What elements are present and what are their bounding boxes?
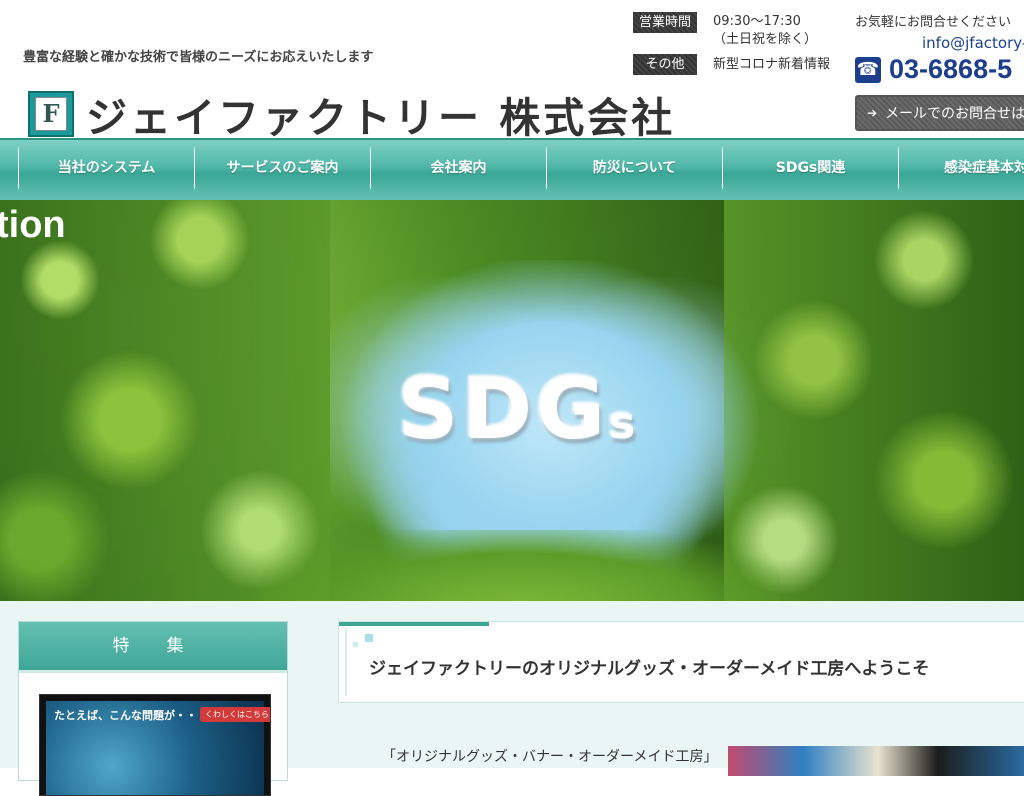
business-hours-label: 営業時間 <box>633 12 697 33</box>
feature-banner[interactable]: たとえば、こんな問題が・・ くわしくはこちら <box>39 694 271 796</box>
nav-item-sdgs[interactable]: SDGs関連 <box>722 147 898 189</box>
logo-mark-icon: F <box>28 91 74 137</box>
decor-square-small <box>353 642 358 647</box>
feature-more-button[interactable]: くわしくはこちら <box>200 707 270 722</box>
hero-foliage-bottom <box>260 530 780 601</box>
hero-sdgs-title: SDGs <box>398 360 639 458</box>
decor-square <box>365 634 373 642</box>
business-hours-note: （土日祝を除く） <box>713 32 818 47</box>
nav-item-company[interactable]: 会社案内 <box>370 147 546 189</box>
hero-sdgs-main: SDG <box>398 360 610 458</box>
feature-banner-text: たとえば、こんな問題が・・ <box>54 709 197 722</box>
logo-text: ジェイファクトリー 株式会社 <box>86 94 676 142</box>
welcome-box: ジェイファクトリーのオリジナルグッズ・オーダーメイド工房へようこそ <box>338 621 1024 703</box>
intro-text: 「オリジナルグッズ・バナー・オーダーメイド工房」 <box>382 749 718 765</box>
site-header: 豊富な経験と確かな技術で皆様のニーズにお応えいたします F ジェイファクトリー … <box>0 0 1024 142</box>
contact-lead: お気軽にお問合せください <box>855 15 1012 30</box>
nav-item-services[interactable]: サービスのご案内 <box>194 147 370 189</box>
welcome-divider <box>345 628 347 696</box>
logo-mark-letter: F <box>35 97 67 131</box>
hero-sdgs-suffix: s <box>609 398 640 449</box>
business-hours: 営業時間 09:30〜17:30 （土日祝を除く） <box>633 12 817 49</box>
covid-news-link[interactable]: 新型コロナ新着情報 <box>713 56 830 74</box>
nav-item-disaster-prevention[interactable]: 防災について <box>546 147 722 189</box>
intro-image <box>728 746 1024 776</box>
nav-item-infection-control[interactable]: 感染症基本対 <box>898 147 1024 189</box>
welcome-title: ジェイファクトリーのオリジナルグッズ・オーダーメイド工房へようこそ <box>369 659 930 679</box>
other-info-label: その他 <box>633 54 697 75</box>
company-logo[interactable]: F ジェイファクトリー 株式会社 <box>28 84 675 144</box>
phone-icon: ☎ <box>855 56 881 83</box>
header-tagline: 豊富な経験と確かな技術で皆様のニーズにお応えいたします <box>23 50 374 65</box>
business-hours-time: 09:30〜17:30 <box>713 14 801 29</box>
phone-number[interactable]: ☎ 03-6868-5 <box>855 54 1012 85</box>
arrow-right-icon: ➔ <box>867 106 878 120</box>
hero-banner: tion SDGs <box>0 200 1024 601</box>
feature-heading: 特 集 <box>19 622 287 673</box>
email-link[interactable]: info@jfactory-r <box>922 34 1024 52</box>
other-info: その他 新型コロナ新着情報 <box>633 54 830 75</box>
global-nav: 当社のシステム サービスのご案内 会社案内 防災について SDGs関連 感染症基… <box>0 138 1024 200</box>
mail-contact-button-label: メールでのお問合せはこ <box>885 106 1024 122</box>
mail-contact-button[interactable]: ➔ メールでのお問合せはこ <box>855 95 1024 131</box>
hero-caption: tion <box>0 204 66 246</box>
main-content: 特 集 たとえば、こんな問題が・・ くわしくはこちら ジェイファクトリーのオリジ… <box>0 601 1024 796</box>
nav-item-system[interactable]: 当社のシステム <box>18 147 194 189</box>
feature-sidebar: 特 集 たとえば、こんな問題が・・ くわしくはこちら <box>18 621 288 796</box>
business-hours-value: 09:30〜17:30 （土日祝を除く） <box>713 13 817 49</box>
phone-number-text: 03-6868-5 <box>889 54 1013 84</box>
